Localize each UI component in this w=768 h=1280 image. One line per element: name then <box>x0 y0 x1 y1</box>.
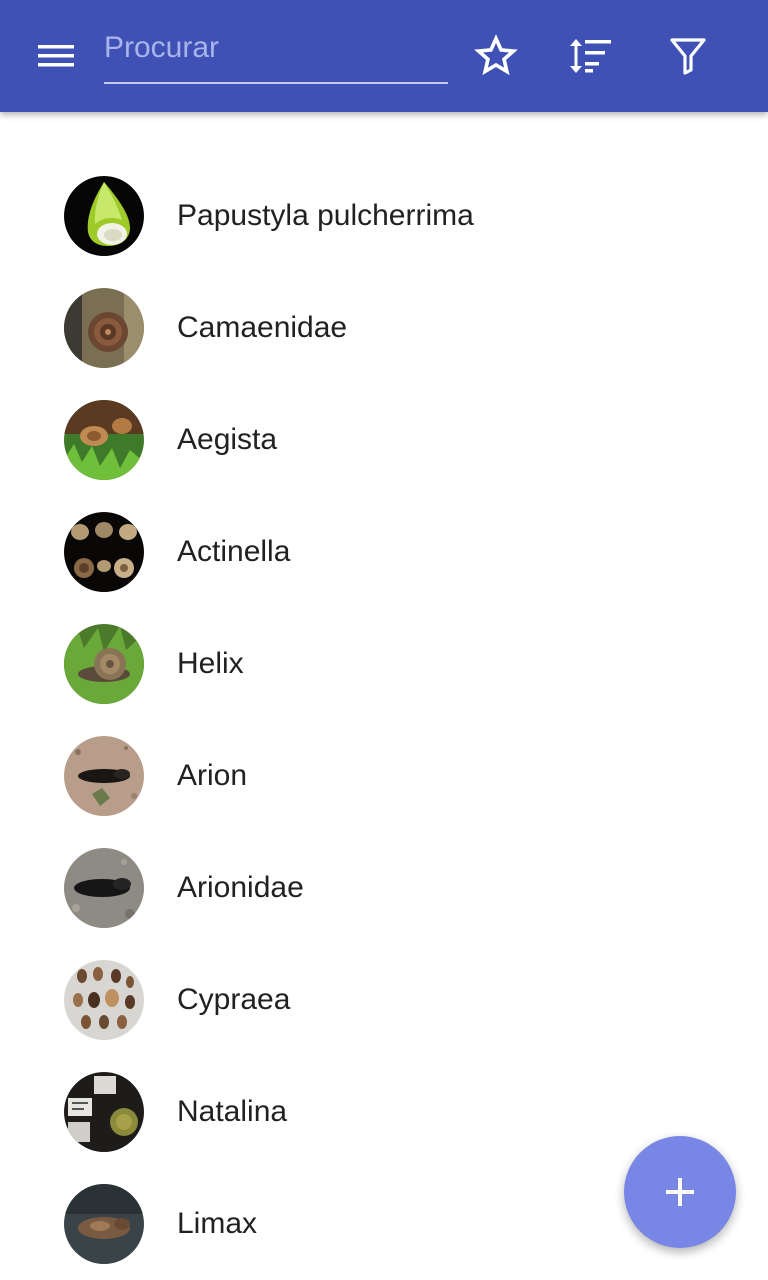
filter-icon <box>670 38 706 75</box>
add-button[interactable] <box>624 1136 736 1248</box>
list-item-camaenidae[interactable]: Camaenidae <box>0 272 768 384</box>
species-thumbnail <box>64 960 144 1040</box>
filter-button[interactable] <box>660 28 716 84</box>
star-outline-icon <box>474 34 518 76</box>
list-item-actinella[interactable]: Actinella <box>0 496 768 608</box>
species-name: Arionidae <box>177 871 304 904</box>
menu-button[interactable] <box>24 28 88 84</box>
species-thumbnail <box>64 400 144 480</box>
list-item-arion[interactable]: Arion <box>0 720 768 832</box>
species-thumbnail <box>64 1184 144 1264</box>
favorites-button[interactable] <box>468 28 524 84</box>
list-item-aegista[interactable]: Aegista <box>0 384 768 496</box>
species-thumbnail <box>64 176 144 256</box>
species-thumbnail <box>64 512 144 592</box>
species-thumbnail <box>64 736 144 816</box>
species-name: Papustyla pulcherrima <box>177 199 474 232</box>
list-item-helix[interactable]: Helix <box>0 608 768 720</box>
species-thumbnail <box>64 624 144 704</box>
species-name: Helix <box>177 647 244 680</box>
species-name: Aegista <box>177 423 278 456</box>
sort-button[interactable] <box>563 28 619 84</box>
species-name: Actinella <box>177 535 291 568</box>
list-item-papustyla-pulcherrima[interactable]: Papustyla pulcherrima <box>0 160 768 272</box>
list-item-cypraea[interactable]: Cypraea <box>0 944 768 1056</box>
species-list: Papustyla pulcherrima Camaenidae Aegista… <box>0 160 768 1280</box>
species-name: Natalina <box>177 1095 288 1128</box>
sort-icon <box>570 39 611 73</box>
species-thumbnail <box>64 848 144 928</box>
species-name: Cypraea <box>177 983 291 1016</box>
species-name: Limax <box>177 1207 258 1240</box>
species-thumbnail <box>64 1072 144 1152</box>
species-name: Arion <box>177 759 248 792</box>
app-screen: Papustyla pulcherrima Camaenidae <box>0 0 768 1280</box>
plus-icon <box>666 1178 694 1206</box>
menu-icon <box>38 45 74 67</box>
species-thumbnail <box>64 288 144 368</box>
list-item-arionidae[interactable]: Arionidae <box>0 832 768 944</box>
species-name: Camaenidae <box>177 311 348 344</box>
search-field <box>104 24 448 84</box>
search-input[interactable] <box>104 24 448 72</box>
app-toolbar <box>0 0 768 112</box>
